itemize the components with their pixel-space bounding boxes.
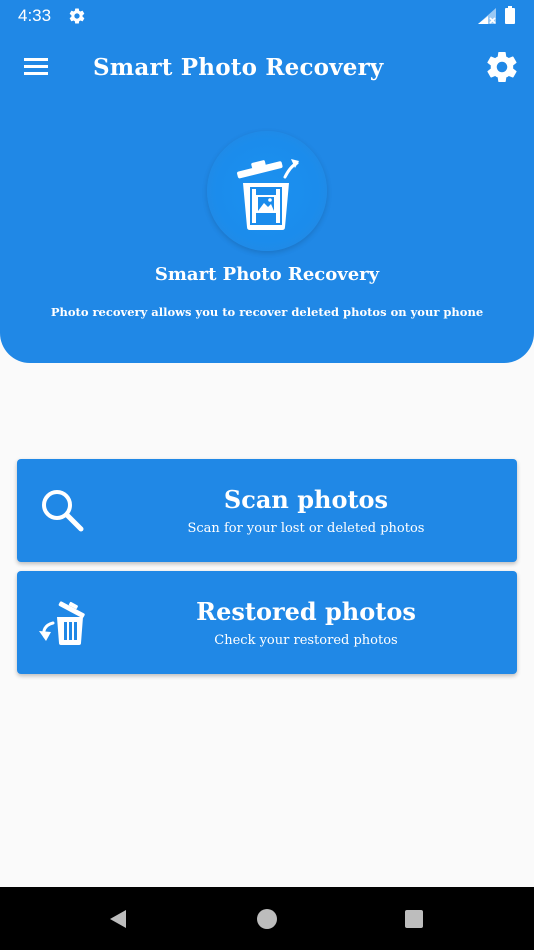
back-icon[interactable] [106,907,130,931]
hero-title: Smart Photo Recovery [154,264,380,285]
status-bar: 4:33 [0,0,534,34]
navigation-bar [0,887,534,950]
scan-photos-button[interactable]: Scan photos Scan for your lost or delete… [17,459,517,562]
battery-icon [505,6,515,24]
signal-icon [478,8,496,24]
gear-icon[interactable] [484,49,520,85]
header-banner: 4:33 Smart Photo Recovery Smart Photo Re… [0,0,534,363]
search-icon [42,490,84,532]
hero-subtitle: Photo recovery allows you to recover del… [50,305,484,319]
restore-trash-icon [39,601,85,645]
hero-icon-circle [207,131,327,251]
scan-photos-title: Scan photos [223,485,389,514]
home-icon[interactable] [256,908,278,930]
restored-photos-button[interactable]: Restored photos Check your restored phot… [17,571,517,674]
scan-photos-subtitle: Scan for your lost or deleted photos [187,521,425,536]
status-time: 4:33 [18,6,52,25]
app-title: Smart Photo Recovery [93,54,384,81]
app-screen: 4:33 Smart Photo Recovery Smart Photo Re… [0,0,534,950]
trash-photo-restore-icon [237,159,299,230]
hamburger-menu-icon[interactable] [20,52,54,82]
restored-photos-title: Restored photos [196,597,416,626]
restored-photos-subtitle: Check your restored photos [214,633,398,648]
settings-gear-icon [69,8,85,24]
recents-icon[interactable] [404,909,424,929]
